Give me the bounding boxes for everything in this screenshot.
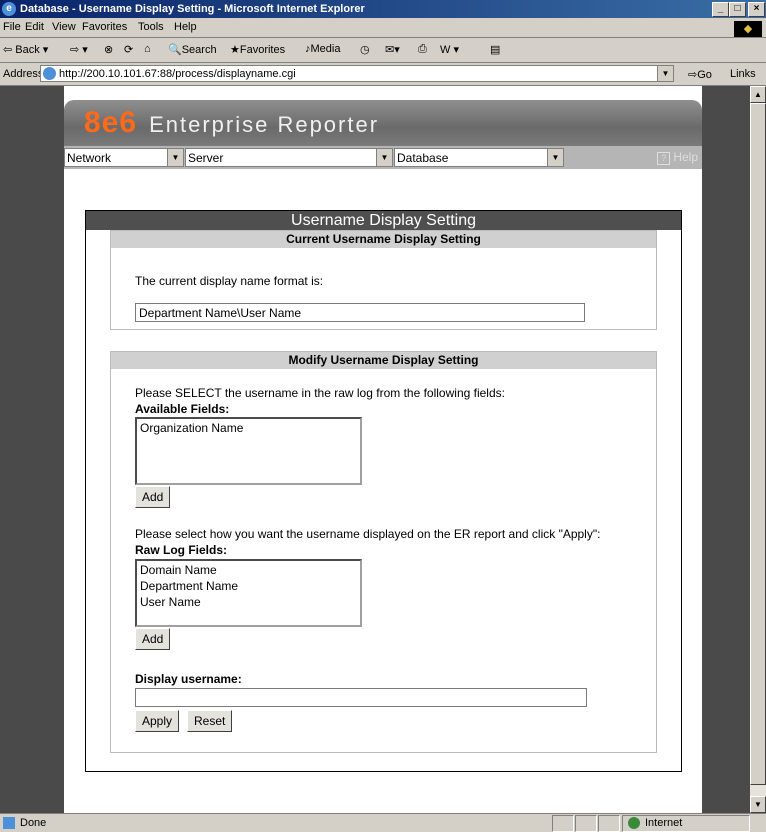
mail-icon[interactable]: ✉▾	[385, 43, 400, 56]
media-label: Media	[310, 43, 341, 55]
scroll-thumb[interactable]	[750, 103, 766, 785]
list-item[interactable]: Domain Name	[140, 562, 357, 578]
status-cell	[552, 815, 574, 832]
address-bar: Address http://200.10.101.67:88/process/…	[0, 63, 766, 86]
current-setting-section: Current Username Display Setting The cur…	[110, 230, 657, 330]
history-icon[interactable]: ◷	[360, 43, 370, 56]
page-content: 8e6 Enterprise Reporter Network ▼ Server …	[64, 86, 702, 813]
scroll-up-icon[interactable]: ▲	[750, 86, 766, 103]
go-arrow-icon: ⇨	[688, 69, 698, 81]
minimize-button[interactable]: _	[712, 2, 729, 17]
apply-button[interactable]: Apply	[135, 710, 180, 732]
logo-brand: 8e6	[84, 106, 138, 139]
page-icon	[43, 67, 56, 80]
print-icon[interactable]: ⎙	[418, 43, 427, 56]
ie-logo-icon: e	[2, 2, 16, 16]
media-button[interactable]: ♪Media	[305, 43, 340, 55]
chevron-down-icon: ▼	[167, 149, 183, 166]
help-label: Help	[673, 150, 698, 164]
zone-label: Internet	[645, 817, 683, 829]
search-icon: 🔍	[168, 44, 182, 56]
modify-setting-section: Modify Username Display Setting Please S…	[110, 351, 657, 753]
address-url: http://200.10.101.67:88/process/displayn…	[59, 68, 296, 80]
reset-button[interactable]: Reset	[187, 710, 233, 732]
select-instruction: Please SELECT the username in the raw lo…	[135, 386, 505, 400]
help-link[interactable]: ? Help	[657, 150, 698, 165]
close-button[interactable]: ×	[748, 2, 765, 17]
menu-file[interactable]: File	[3, 21, 21, 33]
database-select-value: Database	[397, 151, 449, 165]
server-select[interactable]: Server ▼	[185, 148, 393, 167]
discuss-icon[interactable]: ▤	[490, 43, 500, 56]
available-fields-label: Available Fields:	[135, 402, 230, 416]
page-viewport: 8e6 Enterprise Reporter Network ▼ Server …	[0, 86, 750, 813]
scroll-down-icon[interactable]: ▼	[750, 796, 766, 813]
favorites-button[interactable]: ★Favorites	[230, 43, 285, 56]
vertical-scrollbar[interactable]: ▲ ▼	[750, 86, 766, 813]
status-bar: Done Internet	[0, 813, 766, 832]
favorites-label: Favorites	[239, 44, 286, 56]
nav-bar: Network ▼ Server ▼ Database ▼ ? Help	[64, 146, 702, 169]
network-select-value: Network	[67, 151, 112, 165]
current-setting-heading: Current Username Display Setting	[111, 231, 656, 248]
current-format-label: The current display name format is:	[135, 274, 324, 288]
username-display-panel: Username Display Setting Current Usernam…	[85, 210, 682, 772]
app-header: 8e6 Enterprise Reporter	[64, 100, 702, 146]
list-item[interactable]: Department Name	[140, 578, 357, 594]
back-button[interactable]: ⇦ Back ▾	[3, 43, 48, 56]
raw-log-fields-list[interactable]: Domain Name Department Name User Name	[135, 559, 362, 627]
page-status-icon	[3, 817, 15, 829]
chevron-down-icon: ▼	[376, 149, 392, 166]
address-label: Address	[3, 68, 44, 80]
menu-tools[interactable]: Tools	[138, 21, 164, 33]
standard-toolbar: ⇦ Back ▾ ⇨ ▾ ⊗ ⟳ ⌂ 🔍Search ★Favorites ♪M…	[0, 38, 766, 63]
list-item[interactable]: Organization Name	[140, 420, 357, 436]
stop-icon[interactable]: ⊗	[104, 43, 113, 56]
chevron-down-icon[interactable]: ▼	[657, 66, 673, 81]
zone-cell	[622, 815, 750, 832]
go-label: Go	[697, 69, 712, 81]
menu-view[interactable]: View	[52, 21, 76, 33]
forward-button[interactable]: ⇨ ▾	[70, 43, 88, 56]
search-label: Search	[181, 44, 217, 56]
home-icon[interactable]: ⌂	[144, 43, 151, 55]
modify-setting-heading: Modify Username Display Setting	[111, 352, 656, 369]
windows-logo-icon: ◆	[734, 21, 762, 37]
go-button[interactable]: ⇨Go	[688, 68, 712, 81]
status-cell	[598, 815, 620, 832]
refresh-icon[interactable]: ⟳	[124, 43, 133, 56]
display-username-field[interactable]	[135, 688, 587, 707]
menu-edit[interactable]: Edit	[25, 21, 44, 33]
menu-bar: File Edit View Favorites Tools Help ◆	[0, 18, 766, 38]
server-select-value: Server	[188, 151, 224, 165]
add-raw-button[interactable]: Add	[135, 628, 171, 650]
window-titlebar: e Database - Username Display Setting - …	[0, 0, 766, 18]
status-text: Done	[20, 817, 47, 829]
add-available-button[interactable]: Add	[135, 486, 171, 508]
search-button[interactable]: 🔍Search	[168, 43, 217, 56]
menu-help[interactable]: Help	[174, 21, 197, 33]
edit-icon[interactable]: W ▾	[440, 43, 459, 56]
status-cell	[575, 815, 597, 832]
list-item[interactable]: User Name	[140, 594, 357, 610]
network-select[interactable]: Network ▼	[64, 148, 184, 167]
internet-globe-icon	[628, 817, 640, 829]
favorites-icon: ★	[230, 44, 240, 56]
display-instruction: Please select how you want the username …	[135, 527, 601, 541]
current-format-field: Department Name\User Name	[135, 303, 585, 322]
menu-favorites[interactable]: Favorites	[82, 21, 127, 33]
display-username-label: Display username:	[135, 672, 242, 686]
maximize-button[interactable]: □	[729, 2, 746, 17]
address-input[interactable]: http://200.10.101.67:88/process/displayn…	[40, 65, 674, 82]
raw-log-fields-label: Raw Log Fields:	[135, 543, 228, 557]
panel-title: Username Display Setting	[86, 211, 681, 230]
app-logo: 8e6 Enterprise Reporter	[84, 106, 379, 140]
window-title: Database - Username Display Setting - Mi…	[20, 3, 365, 15]
chevron-down-icon: ▼	[547, 149, 563, 166]
help-icon: ?	[657, 152, 671, 165]
links-button[interactable]: Links	[730, 68, 756, 80]
database-select[interactable]: Database ▼	[394, 148, 564, 167]
available-fields-list[interactable]: Organization Name	[135, 417, 362, 485]
logo-text: Enterprise Reporter	[149, 112, 380, 137]
